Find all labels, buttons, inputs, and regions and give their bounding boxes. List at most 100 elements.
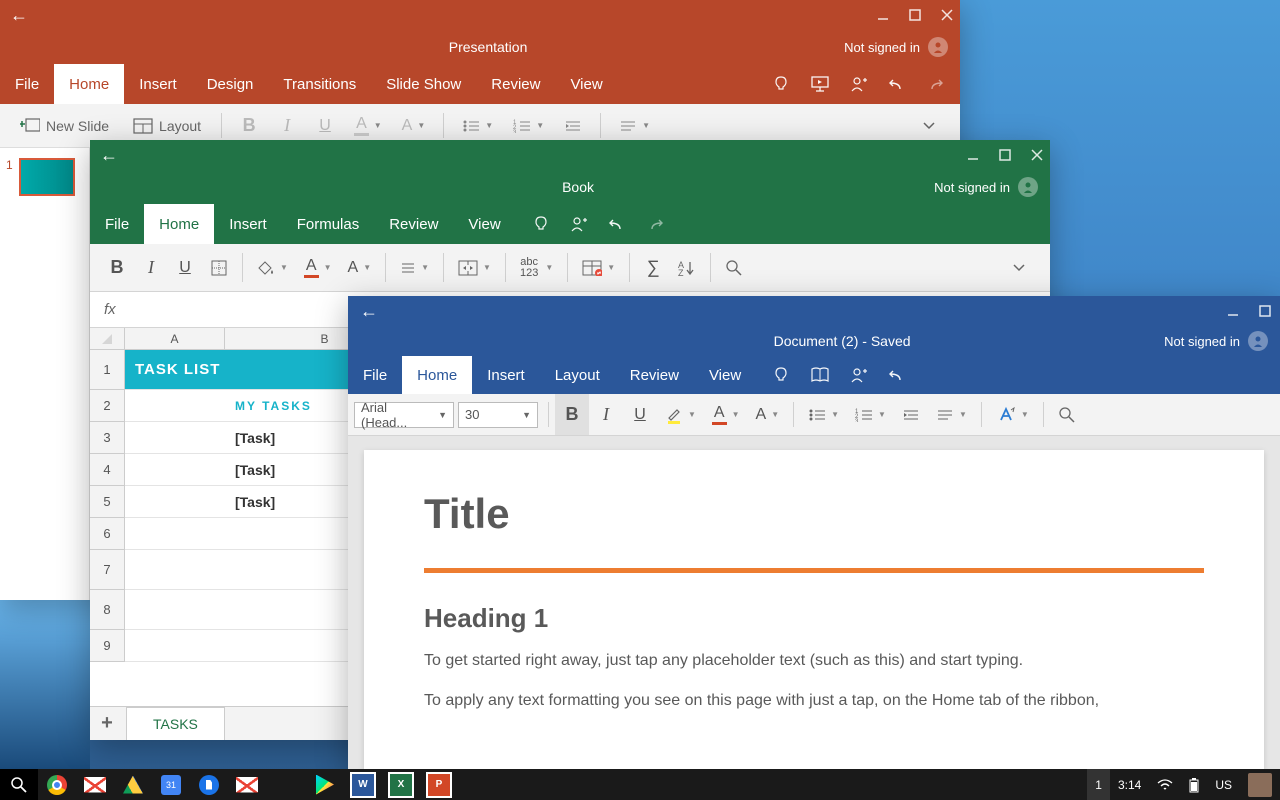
tell-me-icon[interactable] <box>532 215 550 233</box>
underline-button[interactable]: U <box>168 244 202 291</box>
bold-button[interactable]: B <box>100 244 134 291</box>
gmail-app-icon[interactable] <box>76 769 114 800</box>
word-app-icon[interactable]: W <box>344 769 382 800</box>
share-icon[interactable] <box>850 75 868 93</box>
document-canvas[interactable]: Title Heading 1 To get started right awa… <box>348 436 1280 770</box>
play-store-icon[interactable] <box>306 769 344 800</box>
read-mode-icon[interactable] <box>810 367 830 383</box>
gmail-app-icon[interactable] <box>228 769 266 800</box>
fill-color-button[interactable]: ▼ <box>249 244 296 291</box>
tab-file[interactable]: File <box>348 356 402 394</box>
font-name-combo[interactable]: Arial (Head...▼ <box>354 402 454 428</box>
font-more-button[interactable]: A▼ <box>748 394 788 435</box>
minimize-icon[interactable] <box>876 8 890 22</box>
find-button[interactable] <box>717 244 751 291</box>
col-header-a[interactable]: A <box>125 328 225 349</box>
bullets-button[interactable]: ▼ <box>800 394 847 435</box>
undo-icon[interactable] <box>608 215 626 233</box>
heading-1[interactable]: Heading 1 <box>424 603 1204 634</box>
back-icon[interactable]: ← <box>356 301 382 322</box>
sort-filter-button[interactable]: AZ <box>670 244 704 291</box>
tab-insert[interactable]: Insert <box>214 204 282 244</box>
body-paragraph[interactable]: To get started right away, just tap any … <box>424 648 1204 674</box>
row-header[interactable]: 8 <box>90 590 125 630</box>
cell-styles-button[interactable]: ▼ <box>574 244 623 291</box>
find-button[interactable] <box>1050 394 1084 435</box>
tab-design[interactable]: Design <box>192 64 269 104</box>
highlight-button[interactable]: ▼ <box>657 394 704 435</box>
underline-button[interactable]: U <box>623 394 657 435</box>
borders-button[interactable] <box>202 244 236 291</box>
tab-formulas[interactable]: Formulas <box>282 204 375 244</box>
row-header[interactable]: 2 <box>90 390 125 422</box>
row-header[interactable]: 6 <box>90 518 125 550</box>
tell-me-icon[interactable] <box>772 75 790 93</box>
xls-signin[interactable]: Not signed in <box>934 177 1038 197</box>
files-app-icon[interactable] <box>190 769 228 800</box>
xls-chrome-bar[interactable]: ← <box>90 140 1050 170</box>
indent-button[interactable] <box>894 394 928 435</box>
clock[interactable]: 3:14 <box>1110 769 1149 800</box>
tell-me-icon[interactable] <box>772 366 790 384</box>
document-title[interactable]: Title <box>424 490 1204 538</box>
collapse-ribbon-icon[interactable] <box>908 121 950 131</box>
redo-icon[interactable] <box>926 75 944 93</box>
document-page[interactable]: Title Heading 1 To get started right awa… <box>364 450 1264 770</box>
font-size-combo[interactable]: 30▼ <box>458 402 538 428</box>
add-sheet-button[interactable]: + <box>90 712 124 735</box>
row-header[interactable]: 7 <box>90 550 125 590</box>
font-color-button[interactable]: A▼ <box>704 394 748 435</box>
tab-home[interactable]: Home <box>144 204 214 244</box>
share-icon[interactable] <box>850 366 868 384</box>
tab-home[interactable]: Home <box>54 64 124 104</box>
tab-file[interactable]: File <box>0 64 54 104</box>
tab-file[interactable]: File <box>90 204 144 244</box>
excel-app-icon[interactable]: X <box>382 769 420 800</box>
ppt-chrome-bar[interactable]: ← <box>0 0 960 30</box>
chrome-app-icon[interactable] <box>38 769 76 800</box>
powerpoint-app-icon[interactable]: P <box>420 769 458 800</box>
row-header[interactable]: 4 <box>90 454 125 486</box>
tab-home[interactable]: Home <box>402 356 472 394</box>
battery-icon[interactable] <box>1181 769 1207 800</box>
font-size-button[interactable]: A▼ <box>340 244 380 291</box>
doc-signin[interactable]: Not signed in <box>1164 331 1268 351</box>
tab-view[interactable]: View <box>453 204 515 244</box>
bold-button[interactable]: B <box>555 394 589 435</box>
notification-count[interactable]: 1 <box>1087 769 1110 800</box>
merge-button[interactable]: ▼ <box>450 244 499 291</box>
tab-view[interactable]: View <box>555 64 617 104</box>
share-icon[interactable] <box>570 215 588 233</box>
paragraph-button[interactable]: ▼ <box>928 394 975 435</box>
redo-icon[interactable] <box>646 215 664 233</box>
undo-icon[interactable] <box>888 366 906 384</box>
tab-slideshow[interactable]: Slide Show <box>371 64 476 104</box>
tab-view[interactable]: View <box>694 356 756 394</box>
undo-icon[interactable] <box>888 75 906 93</box>
numbering-button[interactable]: 123▼ <box>847 394 894 435</box>
tab-transitions[interactable]: Transitions <box>268 64 371 104</box>
ppt-signin[interactable]: Not signed in <box>844 37 948 57</box>
present-icon[interactable] <box>810 75 830 93</box>
user-avatar[interactable] <box>1240 769 1280 800</box>
select-all-corner[interactable] <box>90 328 125 349</box>
row-header[interactable]: 5 <box>90 486 125 518</box>
back-icon[interactable]: ← <box>6 5 32 26</box>
tab-insert[interactable]: Insert <box>472 356 540 394</box>
tab-review[interactable]: Review <box>476 64 555 104</box>
minimize-icon[interactable] <box>966 148 980 162</box>
tab-review[interactable]: Review <box>615 356 694 394</box>
align-button[interactable]: ▼ <box>392 244 437 291</box>
keyboard-lang[interactable]: US <box>1207 769 1240 800</box>
tab-review[interactable]: Review <box>374 204 453 244</box>
minimize-icon[interactable] <box>1226 304 1240 318</box>
sheet-tab[interactable]: TASKS <box>126 707 225 740</box>
font-color-button[interactable]: A▼ <box>296 244 340 291</box>
maximize-icon[interactable] <box>998 148 1012 162</box>
styles-button[interactable]: ▼ <box>988 394 1037 435</box>
italic-button[interactable]: I <box>589 394 623 435</box>
drive-app-icon[interactable] <box>114 769 152 800</box>
wifi-icon[interactable] <box>1149 769 1181 800</box>
slide-thumbnail[interactable]: 1 <box>0 154 89 200</box>
close-icon[interactable] <box>940 8 954 22</box>
